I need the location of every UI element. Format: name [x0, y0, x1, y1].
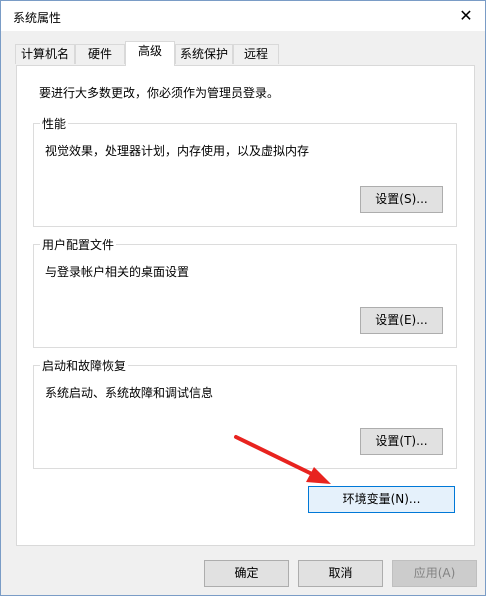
red-arrow-annotation: [234, 435, 331, 484]
tab-advanced[interactable]: 高级: [125, 41, 175, 66]
